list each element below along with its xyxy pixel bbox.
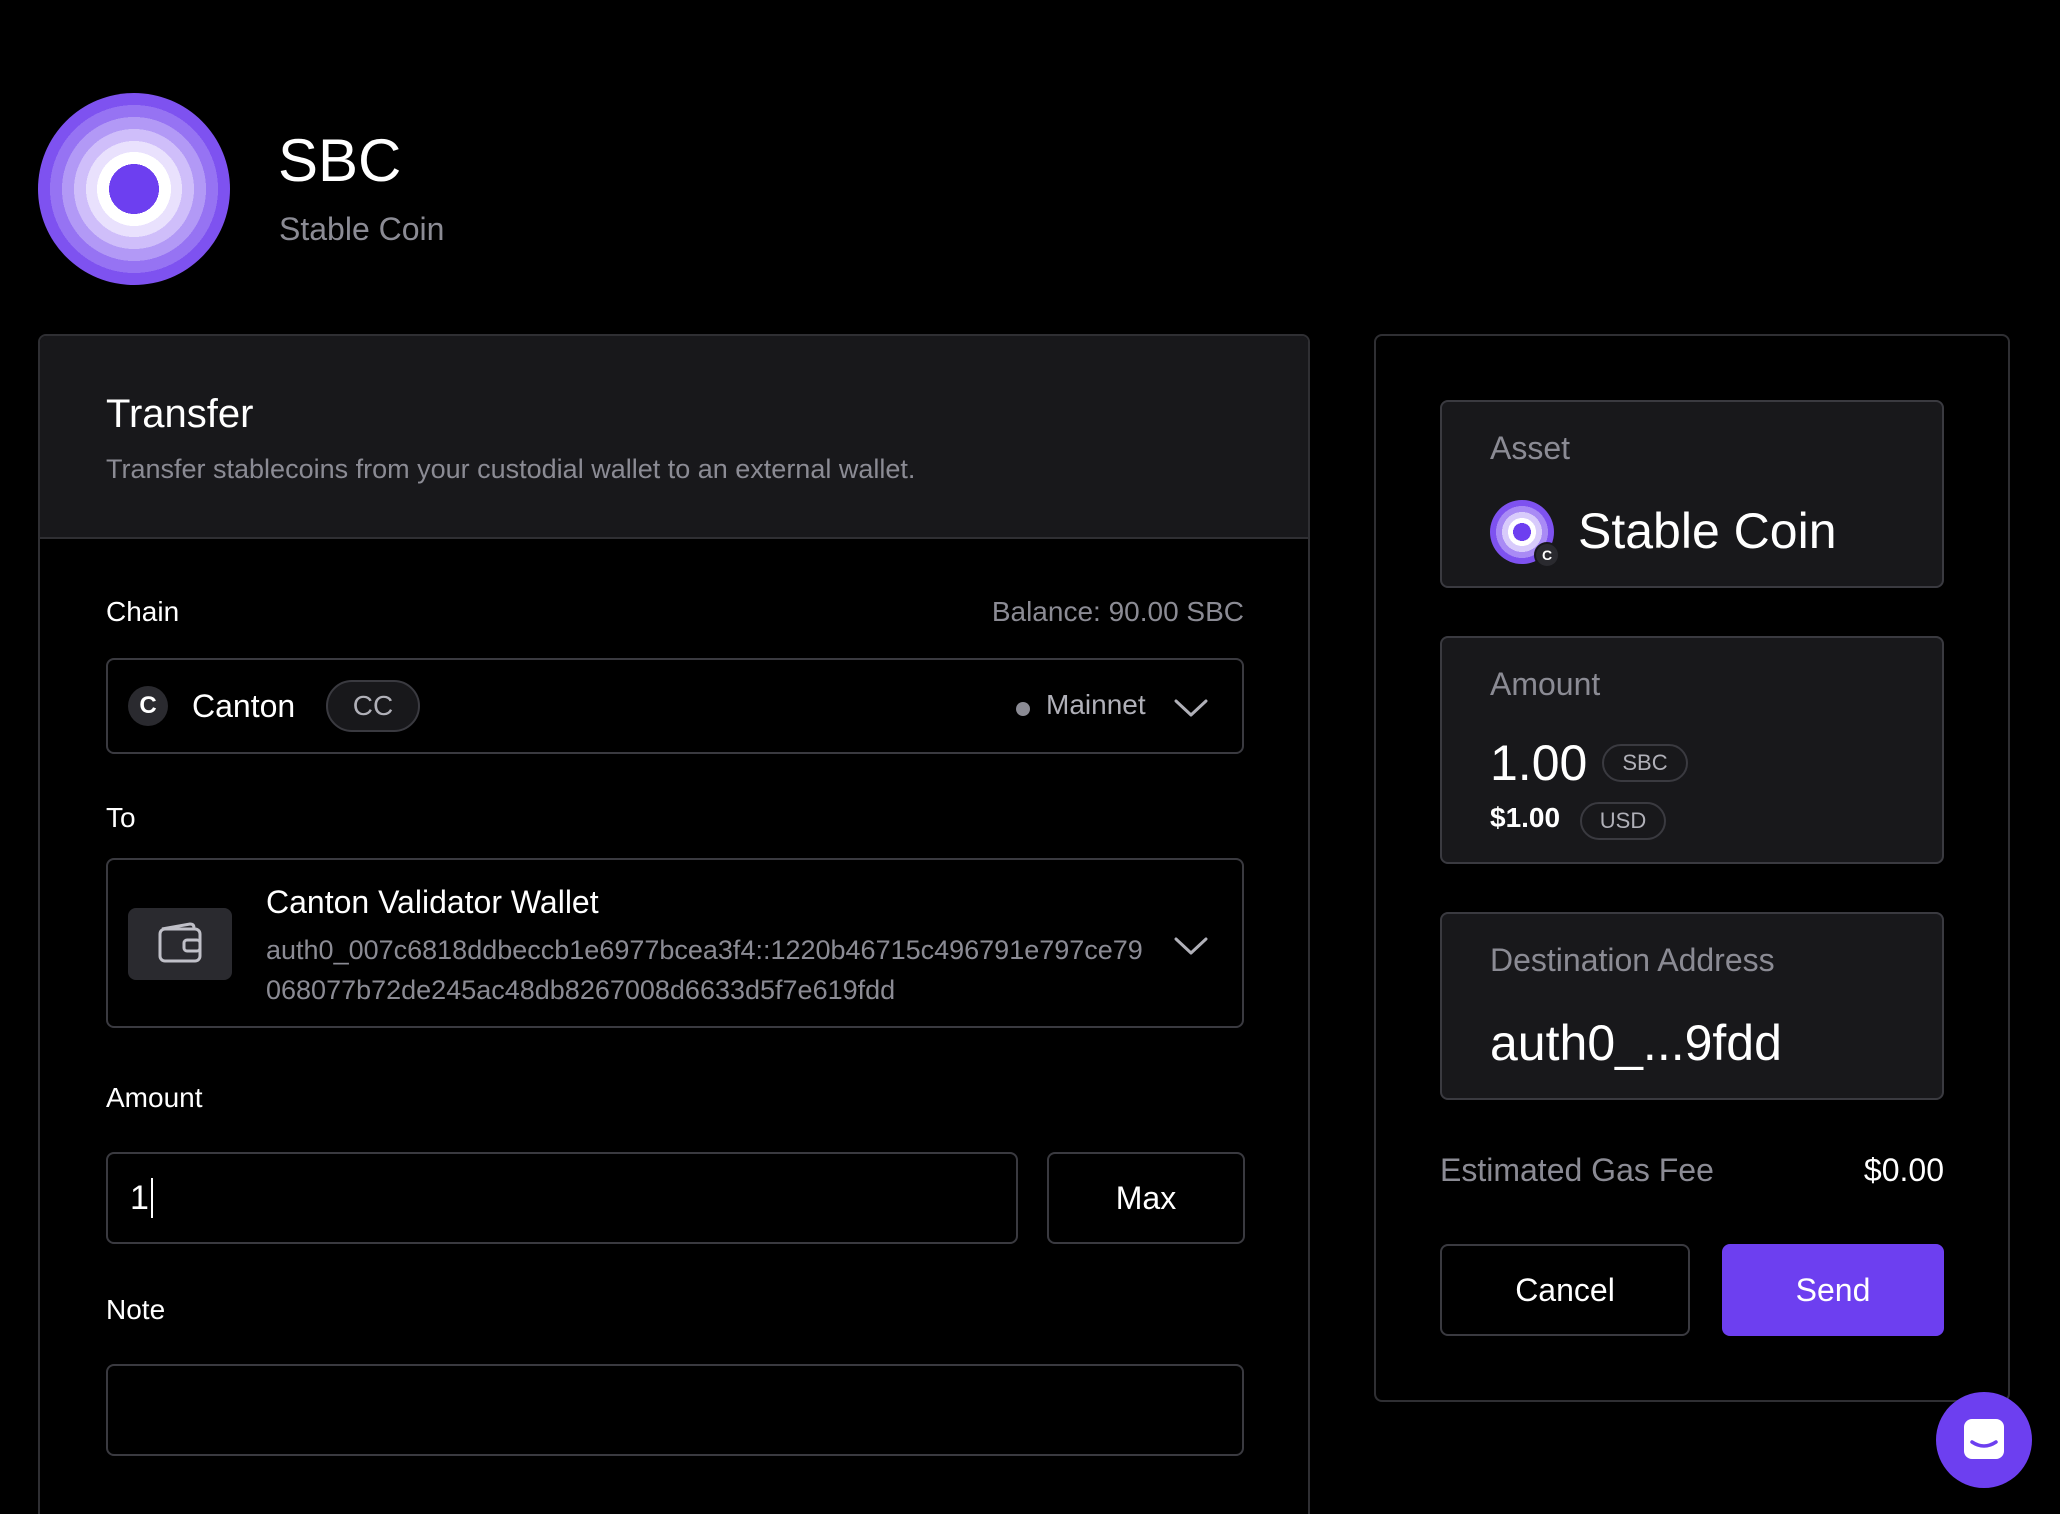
canton-badge-icon: C — [1534, 542, 1560, 568]
gas-fee-label: Estimated Gas Fee — [1440, 1152, 1714, 1188]
amount-summary: Amount 1.00 SBC $1.00 USD — [1440, 636, 1944, 864]
cancel-button[interactable]: Cancel — [1440, 1244, 1690, 1336]
network-label: Mainnet — [1046, 689, 1146, 720]
amount-summary-label: Amount — [1490, 666, 1601, 702]
transfer-card-header: Transfer Transfer stablecoins from your … — [40, 336, 1308, 539]
chat-icon — [1964, 1419, 2004, 1459]
amount-label: Amount — [106, 1082, 203, 1113]
transfer-description: Transfer stablecoins from your custodial… — [106, 454, 916, 484]
page-subtitle: Stable Coin — [279, 211, 445, 247]
amount-summary-value: 1.00 — [1490, 735, 1588, 791]
amount-input-value: 1 — [130, 1178, 153, 1218]
chain-name: Canton — [192, 688, 296, 724]
balance-text: Balance: 90.00 SBC — [991, 596, 1244, 627]
note-input[interactable] — [106, 1364, 1244, 1456]
chevron-down-icon — [1174, 937, 1208, 955]
amount-unit-badge: SBC — [1602, 744, 1688, 782]
chain-ticker-badge: CC — [326, 680, 420, 732]
canton-icon: C — [128, 686, 168, 726]
transfer-card: Transfer Transfer stablecoins from your … — [38, 334, 1310, 1514]
wallet-address: auth0_007c6818ddbeccb1e6977bcea3f4::1220… — [266, 935, 1143, 1005]
asset-summary: Asset C Stable Coin — [1440, 400, 1944, 588]
usd-unit-badge: USD — [1580, 802, 1666, 840]
amount-input[interactable]: 1 — [106, 1152, 1018, 1244]
page-title: SBC — [278, 127, 402, 194]
transfer-title: Transfer — [106, 392, 254, 436]
network-status-dot — [1016, 702, 1030, 716]
wallet-name: Canton Validator Wallet — [266, 884, 599, 920]
chain-label: Chain — [106, 596, 180, 627]
note-label: Note — [106, 1294, 166, 1325]
max-button[interactable]: Max — [1047, 1152, 1245, 1244]
destination-summary: Destination Address auth0_...9fdd — [1440, 912, 1944, 1100]
asset-name: Stable Coin — [1578, 503, 1837, 559]
asset-label: Asset — [1490, 430, 1571, 466]
recipient-wallet-select[interactable]: Canton Validator Wallet auth0_007c6818dd… — [106, 858, 1244, 1028]
destination-address: auth0_...9fdd — [1490, 1015, 1782, 1071]
to-label: To — [106, 802, 136, 833]
chevron-down-icon — [1174, 699, 1208, 717]
summary-card: Asset C Stable Coin Amount 1.00 SBC $1.0… — [1374, 334, 2010, 1402]
wallet-icon — [128, 908, 232, 980]
amount-usd-value: $1.00 — [1490, 802, 1561, 833]
gas-fee-value: $0.00 — [1863, 1152, 1944, 1188]
chain-select[interactable]: C Canton CC Mainnet — [106, 658, 1244, 754]
chat-launcher-button[interactable] — [1936, 1392, 2032, 1488]
sbc-logo-icon — [38, 93, 230, 285]
send-button[interactable]: Send — [1722, 1244, 1944, 1336]
destination-label: Destination Address — [1490, 942, 1775, 978]
